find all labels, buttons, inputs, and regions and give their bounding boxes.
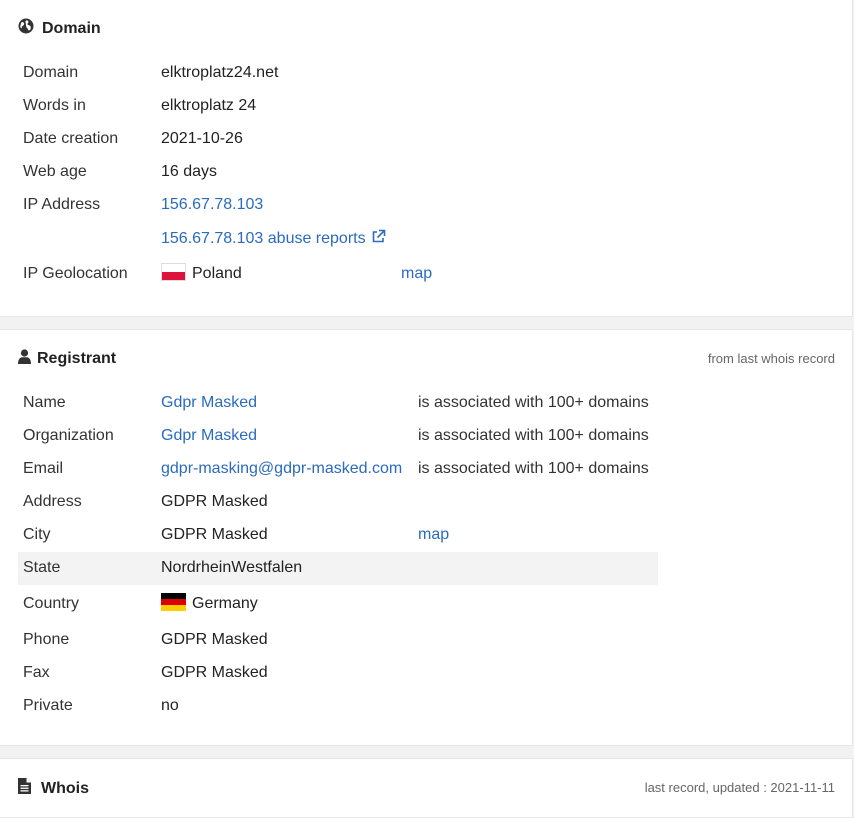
phone-value: GDPR Masked bbox=[161, 631, 268, 648]
country-label: Country bbox=[23, 595, 80, 612]
geolocation-map-link[interactable]: map bbox=[401, 265, 432, 283]
organization-label: Organization bbox=[23, 427, 114, 444]
organization-association: is associated with 100+ domains bbox=[418, 427, 649, 444]
ip-label: IP Address bbox=[23, 196, 101, 213]
name-link[interactable]: Gdpr Masked bbox=[161, 394, 257, 412]
city-map-link[interactable]: map bbox=[418, 526, 449, 544]
external-link-icon bbox=[371, 229, 386, 249]
state-value: NordrheinWestfalen bbox=[161, 559, 303, 576]
web-age-value: 16 days bbox=[161, 163, 218, 180]
poland-flag-icon bbox=[161, 263, 186, 281]
document-icon bbox=[18, 778, 31, 799]
state-row-highlight bbox=[18, 552, 658, 585]
private-value: no bbox=[161, 697, 179, 714]
email-label: Email bbox=[23, 460, 64, 477]
web-age-label: Web age bbox=[23, 163, 87, 180]
geolocation-country: Poland bbox=[192, 265, 242, 282]
phone-label: Phone bbox=[23, 631, 70, 648]
registrant-panel: Registrant from last whois record Name G… bbox=[0, 329, 853, 746]
domain-title: Domain bbox=[42, 19, 101, 37]
registrant-header: Registrant bbox=[18, 349, 116, 369]
user-icon bbox=[18, 349, 31, 369]
registrant-note: from last whois record bbox=[707, 351, 835, 366]
city-value: GDPR Masked bbox=[161, 526, 268, 543]
registrant-title: Registrant bbox=[37, 350, 117, 367]
globe-icon bbox=[18, 18, 34, 39]
email-link[interactable]: gdpr-masking@gdpr-masked.com bbox=[161, 460, 402, 478]
address-label: Address bbox=[23, 493, 82, 510]
abuse-reports-link[interactable]: 156.67.78.103 abuse reports bbox=[161, 229, 386, 249]
email-association: is associated with 100+ domains bbox=[418, 460, 649, 477]
city-label: City bbox=[23, 526, 51, 543]
domain-panel: Domain Domain elktroplatz24.net Words in… bbox=[0, 0, 853, 317]
words-value: elktroplatz 24 bbox=[161, 97, 257, 114]
geolocation-label: IP Geolocation bbox=[23, 265, 128, 282]
geolocation-value: Poland bbox=[161, 263, 242, 283]
whois-panel: Whois last record, updated : 2021-11-11 bbox=[0, 758, 853, 818]
ip-link[interactable]: 156.67.78.103 bbox=[161, 196, 263, 214]
domain-label: Domain bbox=[23, 64, 79, 81]
creation-label: Date creation bbox=[23, 130, 119, 147]
name-association: is associated with 100+ domains bbox=[418, 394, 649, 411]
germany-flag-icon bbox=[161, 593, 186, 611]
whois-header: Whois bbox=[18, 778, 89, 799]
name-label: Name bbox=[23, 394, 66, 411]
abuse-reports-text: 156.67.78.103 abuse reports bbox=[161, 230, 366, 247]
creation-value: 2021-10-26 bbox=[161, 130, 243, 147]
fax-label: Fax bbox=[23, 664, 50, 681]
words-label: Words in bbox=[23, 97, 86, 114]
country-name: Germany bbox=[192, 595, 258, 612]
fax-value: GDPR Masked bbox=[161, 664, 268, 681]
country-value: Germany bbox=[161, 593, 258, 613]
private-label: Private bbox=[23, 697, 73, 714]
address-value: GDPR Masked bbox=[161, 493, 268, 510]
organization-link[interactable]: Gdpr Masked bbox=[161, 427, 257, 445]
whois-title: Whois bbox=[41, 779, 89, 797]
state-label: State bbox=[23, 559, 61, 576]
domain-header: Domain bbox=[18, 18, 101, 39]
domain-value: elktroplatz24.net bbox=[161, 64, 279, 81]
whois-note: last record, updated : 2021-11-11 bbox=[644, 780, 835, 795]
